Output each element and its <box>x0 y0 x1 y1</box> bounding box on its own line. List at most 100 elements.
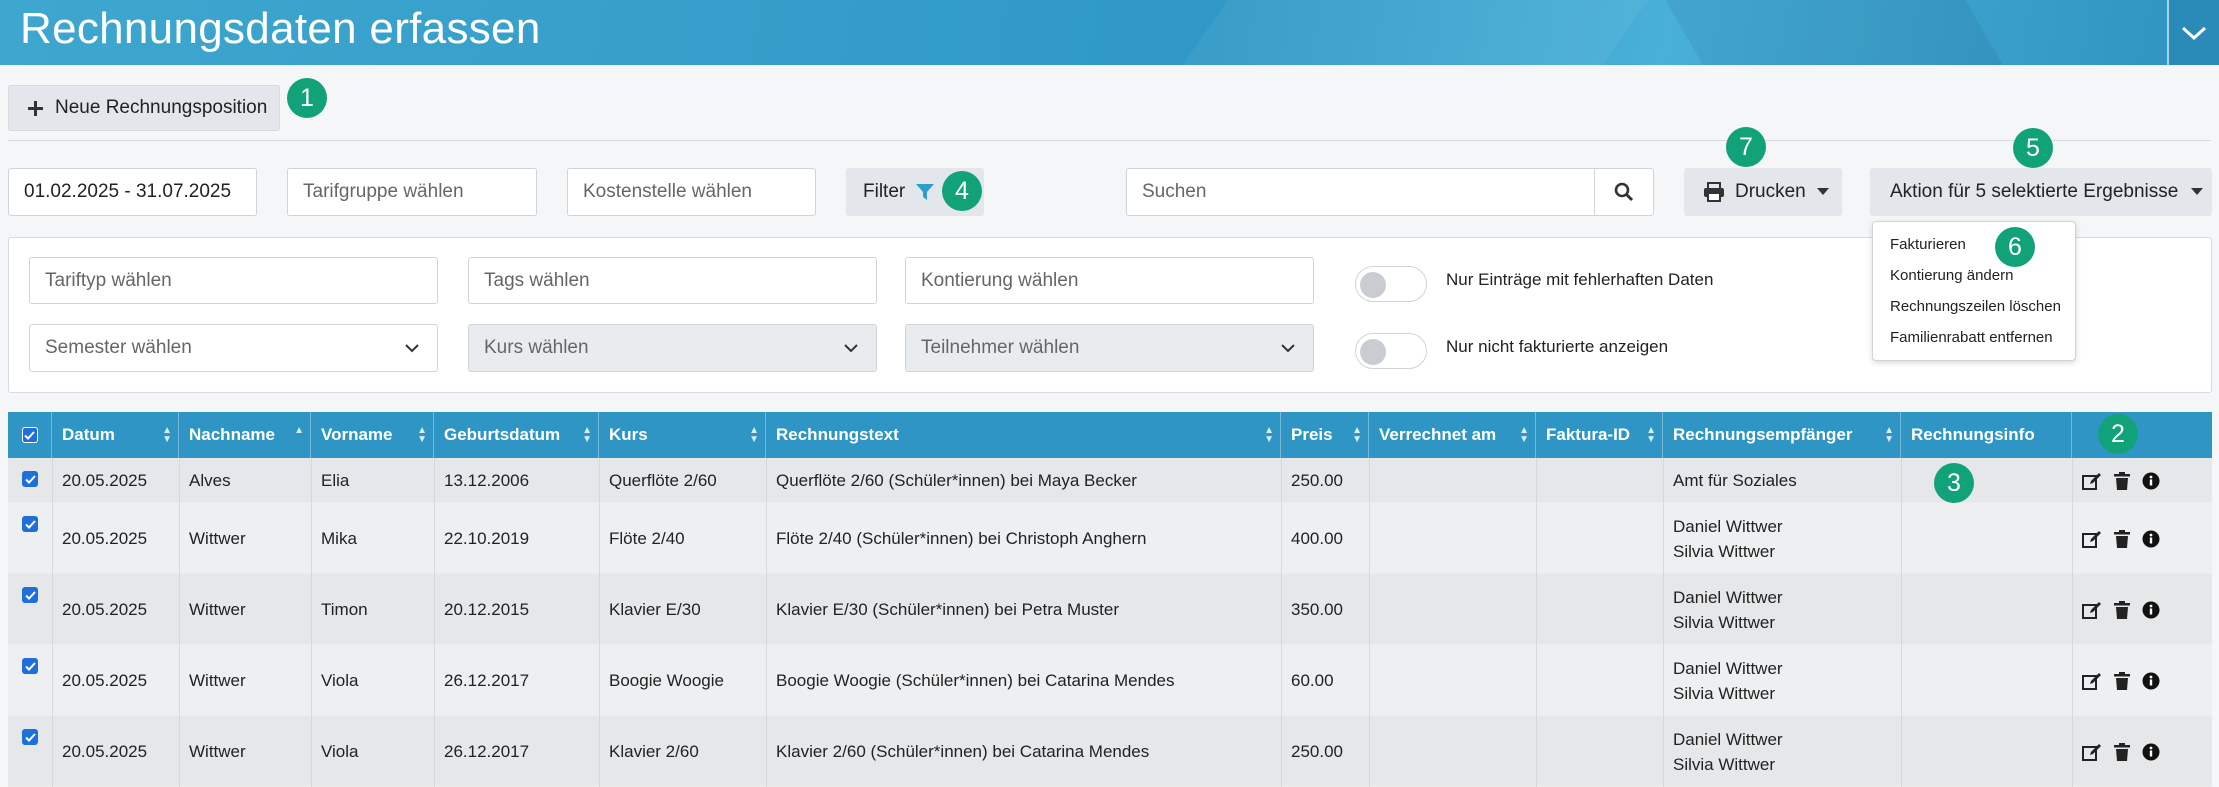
info-icon[interactable] <box>2142 601 2160 619</box>
cell-faktura-id <box>1536 716 1663 787</box>
divider <box>8 140 2211 141</box>
menu-item-kontierung-aendern[interactable]: Kontierung ändern <box>1890 267 2013 284</box>
recipient-name: Daniel Wittwer <box>1673 729 1783 749</box>
teilnehmer-select[interactable]: Teilnehmer wählen <box>905 324 1314 372</box>
cell-preis: 250.00 <box>1291 741 1343 761</box>
annotation-badge: 1 <box>287 78 327 118</box>
column-header-preis[interactable]: Preis ▲ ▼ <box>1281 412 1369 458</box>
column-label: Rechnungsinfo <box>1911 425 2035 444</box>
collapse-button[interactable] <box>2167 0 2219 65</box>
row-checkbox[interactable] <box>22 587 38 603</box>
column-header-rechnungstext[interactable]: Rechnungstext ▲ ▼ <box>766 412 1281 458</box>
column-label: Rechnungsempfänger <box>1673 425 1853 444</box>
row-checkbox[interactable] <box>22 516 38 532</box>
cell-verrechnet-am <box>1369 458 1536 503</box>
not-invoiced-label: Nur nicht fakturierte anzeigen <box>1446 337 1669 356</box>
cell-vorname: Elia <box>321 470 350 490</box>
cell-nachname: Wittwer <box>189 670 246 690</box>
column-header-vorname[interactable]: Vorname ▲ ▼ <box>311 412 434 458</box>
edit-icon[interactable] <box>2082 530 2102 548</box>
cell-rechnungsempfaenger: Daniel Wittwer Silvia Wittwer <box>1663 716 1901 787</box>
column-header-faktura-id[interactable]: Faktura-ID ▲ ▼ <box>1536 412 1663 458</box>
column-label: Rechnungstext <box>776 425 899 444</box>
sort-icon: ▲ ▼ <box>1519 425 1529 445</box>
column-header-nachname[interactable]: Nachname ▲ <box>179 412 311 458</box>
cell-datum: 20.05.2025 <box>62 470 148 490</box>
cell-nachname: Wittwer <box>189 741 246 761</box>
kontierung-select[interactable]: Kontierung wählen <box>905 257 1314 304</box>
menu-item-familienrabatt-entfernen[interactable]: Familienrabatt entfernen <box>1890 329 2053 346</box>
cell-rechnungsinfo <box>1901 645 2072 716</box>
menu-item-fakturieren[interactable]: Fakturieren <box>1890 236 1966 253</box>
date-range-input[interactable]: 01.02.2025 - 31.07.2025 <box>8 168 257 216</box>
cell-faktura-id <box>1536 574 1663 645</box>
errors-only-toggle[interactable] <box>1355 266 1427 302</box>
info-icon[interactable] <box>2142 672 2160 690</box>
edit-icon[interactable] <box>2082 743 2102 761</box>
trash-icon[interactable] <box>2114 671 2130 690</box>
semester-select[interactable]: Semester wählen <box>29 324 438 372</box>
select-all-cell <box>8 412 52 458</box>
search-button[interactable] <box>1594 168 1654 216</box>
cell-preis: 350.00 <box>1291 599 1343 619</box>
column-header-kurs[interactable]: Kurs ▲ ▼ <box>599 412 766 458</box>
recipient-name: Silvia Wittwer <box>1673 541 1776 561</box>
table-row: 20.05.2025 Wittwer Timon 20.12.2015 Klavier … <box>8 574 2212 645</box>
table-row: 20.05.2025 Wittwer Viola 26.12.2017 Klavier … <box>8 716 2212 787</box>
column-header-rechnungsinfo: Rechnungsinfo <box>1901 412 2072 458</box>
new-position-button[interactable]: Neue Rechnungsposition <box>8 85 280 131</box>
row-checkbox[interactable] <box>22 658 38 674</box>
edit-icon[interactable] <box>2082 472 2102 490</box>
column-header-rechnungsempfaenger[interactable]: Rechnungsempfänger ▲ ▼ <box>1663 412 1901 458</box>
cell-geburtsdatum: 26.12.2017 <box>444 670 530 690</box>
column-header-verrechnet-am[interactable]: Verrechnet am ▲ ▼ <box>1369 412 1536 458</box>
checkmark-icon <box>24 732 36 742</box>
trash-icon[interactable] <box>2114 600 2130 619</box>
cell-rechnungsinfo <box>1901 458 2072 503</box>
info-icon[interactable] <box>2142 743 2160 761</box>
edit-icon[interactable] <box>2082 601 2102 619</box>
column-header-datum[interactable]: Datum ▲ ▼ <box>52 412 179 458</box>
cell-rechnungsempfaenger: Amt für Soziales <box>1663 458 1901 503</box>
kurs-select[interactable]: Kurs wählen <box>468 324 877 372</box>
not-invoiced-toggle[interactable] <box>1355 333 1427 369</box>
annotation-badge: 7 <box>1726 127 1766 167</box>
print-button[interactable]: Drucken <box>1684 168 1842 216</box>
info-icon[interactable] <box>2142 472 2160 490</box>
bulk-action-button[interactable]: Aktion für 5 selektierte Ergebnisse <box>1870 168 2212 216</box>
column-label: Faktura-ID <box>1546 425 1631 444</box>
recipient-name: Daniel Wittwer <box>1673 516 1783 536</box>
chevron-down-icon <box>1281 344 1295 353</box>
cell-rechnungstext: Boogie Woogie (Schüler*innen) bei Catari… <box>776 670 1175 690</box>
trash-icon[interactable] <box>2114 471 2130 490</box>
table-row: 20.05.2025 Wittwer Viola 26.12.2017 Boogie W… <box>8 645 2212 716</box>
kostenstelle-select[interactable]: Kostenstelle wählen <box>567 168 816 216</box>
checkmark-icon <box>24 430 35 440</box>
edit-icon[interactable] <box>2082 672 2102 690</box>
menu-item-rechnungszeilen-loeschen[interactable]: Rechnungszeilen löschen <box>1890 298 2061 315</box>
sort-icon: ▲ ▼ <box>749 425 759 445</box>
search-input[interactable]: Suchen <box>1126 168 1595 216</box>
cell-kurs: Klavier E/30 <box>609 599 701 619</box>
row-checkbox[interactable] <box>22 729 38 745</box>
bulk-action-label: Aktion für 5 selektierte Ergebnisse <box>1890 181 2179 202</box>
column-header-geburtsdatum[interactable]: Geburtsdatum ▲ ▼ <box>434 412 599 458</box>
row-checkbox[interactable] <box>22 471 38 487</box>
column-divider <box>2072 574 2073 645</box>
cell-preis: 60.00 <box>1291 670 1334 690</box>
tags-select[interactable]: Tags wählen <box>468 257 877 304</box>
select-all-checkbox[interactable] <box>21 427 38 443</box>
sort-icon: ▲ ▼ <box>1264 425 1274 445</box>
recipient-name: Daniel Wittwer <box>1673 658 1783 678</box>
trash-icon[interactable] <box>2114 742 2130 761</box>
info-icon[interactable] <box>2142 530 2160 548</box>
tariftyp-select[interactable]: Tariftyp wählen <box>29 257 438 304</box>
cell-kurs: Querflöte 2/60 <box>609 470 717 490</box>
cell-nachname: Wittwer <box>189 599 246 619</box>
trash-icon[interactable] <box>2114 529 2130 548</box>
tarifgruppe-select[interactable]: Tarifgruppe wählen <box>287 168 537 216</box>
checkmark-icon <box>24 590 36 600</box>
header-decoration <box>1129 0 1691 65</box>
sort-icon: ▲ ▼ <box>1352 425 1362 445</box>
kurs-placeholder: Kurs wählen <box>484 337 589 358</box>
